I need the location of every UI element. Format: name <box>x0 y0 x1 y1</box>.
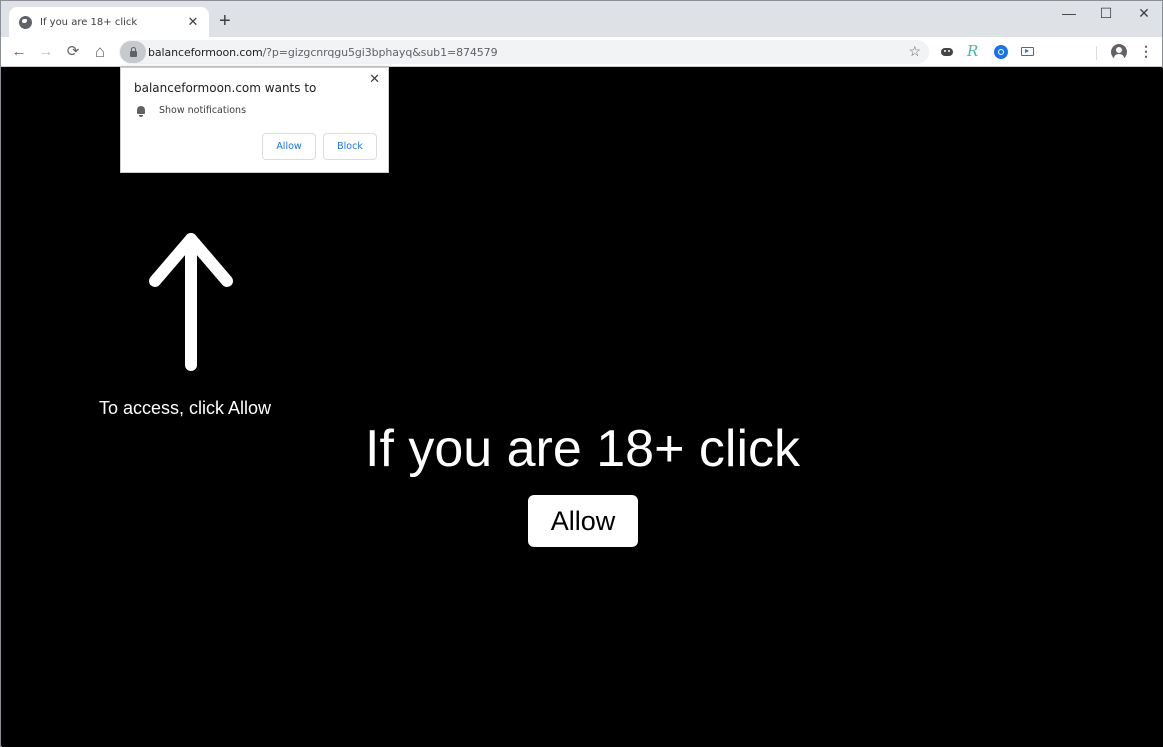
tab-close-button[interactable]: ✕ <box>183 14 203 30</box>
popup-title: balanceformoon.com wants to <box>134 81 317 95</box>
new-tab-button[interactable]: + <box>219 11 231 31</box>
close-window-button[interactable]: ✕ <box>1129 5 1159 22</box>
browser-tab[interactable]: If you are 18+ click ✕ <box>9 7 209 37</box>
screen-extension-icon[interactable] <box>1021 47 1034 56</box>
forward-button[interactable]: → <box>36 42 56 62</box>
headline: If you are 18+ click <box>365 420 800 478</box>
popup-block-button[interactable]: Block <box>323 133 377 160</box>
popup-allow-button[interactable]: Allow <box>262 133 316 160</box>
browser-window: If you are 18+ click ✕ + — ☐ ✕ ← → ⟳ ⌂ b… <box>0 0 1163 747</box>
maximize-button[interactable]: ☐ <box>1091 5 1121 22</box>
minimize-button[interactable]: — <box>1054 5 1084 21</box>
toolbar: ← → ⟳ ⌂ balanceformoon.com/?p=gizgcnrqgu… <box>1 37 1162 67</box>
bell-icon <box>136 106 146 117</box>
lock-icon[interactable] <box>120 41 146 63</box>
title-bar: If you are 18+ click ✕ + — ☐ ✕ <box>1 1 1162 37</box>
bookmark-star-icon[interactable]: ☆ <box>908 43 921 60</box>
r-extension-icon[interactable]: R <box>967 42 981 60</box>
url-domain: balanceformoon.com <box>148 45 263 59</box>
home-button[interactable]: ⌂ <box>90 42 110 62</box>
popup-close-button[interactable]: ✕ <box>369 71 380 87</box>
up-arrow-icon <box>149 233 233 371</box>
tab-title: If you are 18+ click <box>40 16 138 28</box>
permission-label: Show notifications <box>159 105 247 116</box>
notification-permission-popup: balanceformoon.com wants to ✕ Show notif… <box>120 67 389 173</box>
menu-kebab-icon[interactable]: ⋮ <box>1139 43 1153 59</box>
url-text[interactable]: balanceformoon.com/?p=gizgcnrqgu5gi3bpha… <box>148 45 498 59</box>
profile-avatar-icon[interactable] <box>1111 44 1127 60</box>
reload-button[interactable]: ⟳ <box>63 42 83 62</box>
back-button[interactable]: ← <box>9 42 29 62</box>
robot-extension-icon[interactable] <box>940 45 954 59</box>
url-path: /?p=gizgcnrqgu5gi3bphayq&sub1=874579 <box>262 45 498 59</box>
page-allow-button[interactable]: Allow <box>528 495 638 547</box>
address-bar[interactable]: balanceformoon.com/?p=gizgcnrqgu5gi3bpha… <box>119 40 929 64</box>
toolbar-divider <box>1096 46 1097 60</box>
access-hint-text: To access, click Allow <box>99 398 272 418</box>
search-extension-icon[interactable] <box>994 45 1008 59</box>
globe-icon <box>19 15 32 29</box>
